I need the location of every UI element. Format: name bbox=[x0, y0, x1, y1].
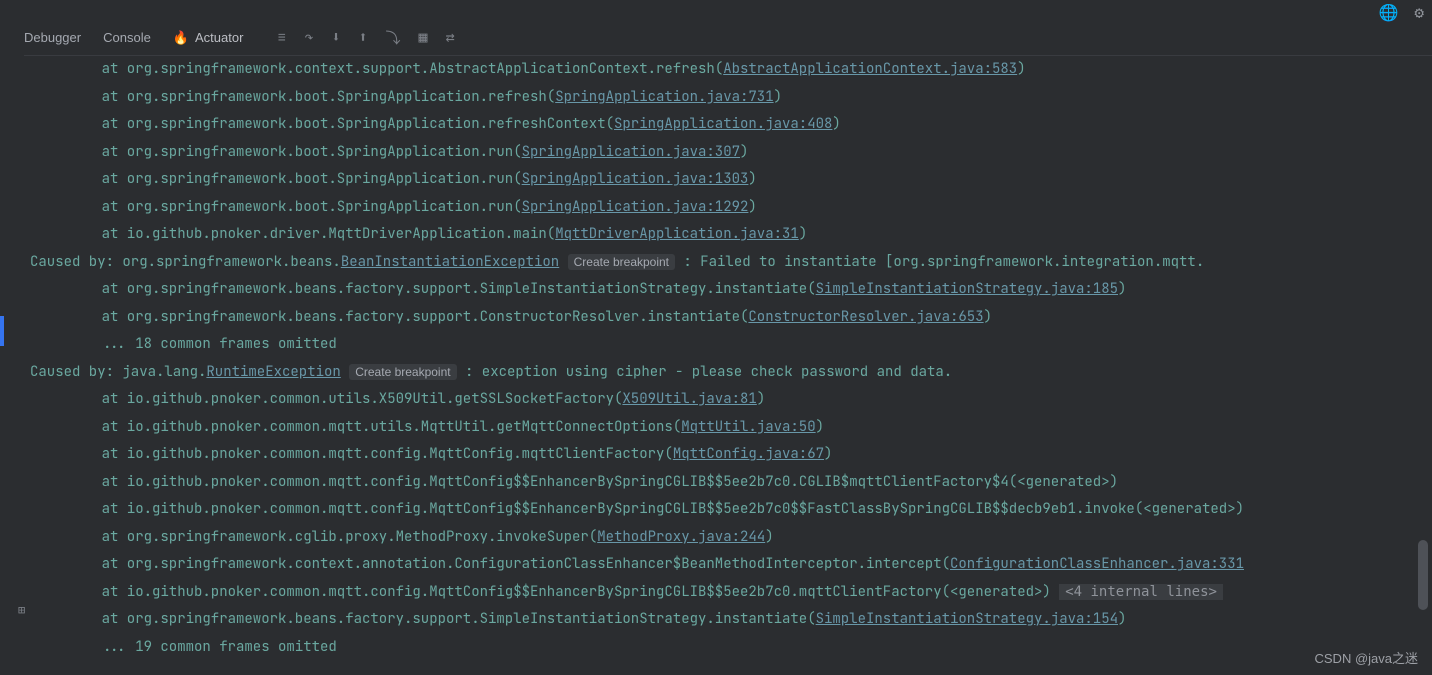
download-icon[interactable]: ⬇ bbox=[331, 27, 340, 48]
source-link[interactable]: SimpleInstantiationStrategy.java:185 bbox=[816, 280, 1118, 298]
stack-line: at org.springframework.boot.SpringApplic… bbox=[68, 166, 1418, 194]
step-icon[interactable]: ⤵ bbox=[386, 27, 401, 48]
stack-line: ... 19 common frames omitted bbox=[68, 634, 1418, 662]
stack-line: at io.github.pnoker.common.mqtt.config.M… bbox=[68, 469, 1418, 497]
stack-line: at org.springframework.context.support.A… bbox=[68, 56, 1418, 84]
stack-line: ... 18 common frames omitted bbox=[68, 331, 1418, 359]
source-link[interactable]: MqttDriverApplication.java:31 bbox=[555, 225, 799, 243]
debug-toolbar: Debugger Console 🔥 Actuator ≡ ↷ ⬇ ⬆ ⤵ ▦ … bbox=[24, 24, 1432, 56]
source-link[interactable]: AbstractApplicationContext.java:583 bbox=[723, 60, 1017, 78]
source-link[interactable]: X509Util.java:81 bbox=[622, 390, 756, 408]
tab-debugger[interactable]: Debugger bbox=[24, 30, 81, 45]
upload-icon[interactable]: ⬆ bbox=[359, 27, 368, 48]
stack-line: at org.springframework.boot.SpringApplic… bbox=[68, 84, 1418, 112]
create-breakpoint[interactable]: Create breakpoint bbox=[568, 254, 675, 270]
source-link[interactable]: MqttUtil.java:50 bbox=[681, 418, 815, 436]
source-link[interactable]: SpringApplication.java:307 bbox=[522, 143, 740, 161]
source-link[interactable]: ConstructorResolver.java:653 bbox=[748, 308, 983, 326]
stack-line: at org.springframework.context.annotatio… bbox=[68, 551, 1418, 579]
globe-icon[interactable]: 🌐 bbox=[1378, 2, 1398, 23]
source-link[interactable]: ConfigurationClassEnhancer.java:331 bbox=[950, 555, 1244, 573]
tab-actuator[interactable]: 🔥 Actuator bbox=[173, 30, 244, 46]
stack-line: at org.springframework.beans.factory.sup… bbox=[68, 304, 1418, 332]
source-link[interactable]: SimpleInstantiationStrategy.java:154 bbox=[816, 610, 1118, 628]
tool-icons: ≡ ↷ ⬇ ⬆ ⤵ ▦ ⇄ bbox=[277, 27, 454, 48]
watermark: CSDN @java之迷 bbox=[1315, 648, 1419, 667]
stack-line: at io.github.pnoker.common.mqtt.config.M… bbox=[68, 579, 1418, 607]
gutter-highlight bbox=[0, 316, 4, 346]
stack-line: at org.springframework.cglib.proxy.Metho… bbox=[68, 524, 1418, 552]
source-link[interactable]: MqttConfig.java:67 bbox=[673, 445, 824, 463]
scrollbar-thumb[interactable] bbox=[1418, 540, 1428, 610]
fold-hint[interactable]: <4 internal lines> bbox=[1059, 584, 1223, 600]
console-output[interactable]: at org.springframework.context.support.A… bbox=[16, 56, 1432, 675]
list-icon[interactable]: ≡ bbox=[277, 27, 286, 48]
stack-line: at io.github.pnoker.common.mqtt.config.M… bbox=[68, 441, 1418, 469]
stack-line: at org.springframework.boot.SpringApplic… bbox=[68, 194, 1418, 222]
exception-link[interactable]: BeanInstantiationException bbox=[341, 253, 559, 271]
stack-line: Caused by: org.springframework.beans.Bea… bbox=[30, 249, 1418, 277]
top-right-icons: 🌐 ⚙ bbox=[1378, 2, 1424, 23]
tab-console[interactable]: Console bbox=[103, 30, 151, 45]
grid-icon[interactable]: ▦ bbox=[419, 27, 428, 48]
source-link[interactable]: MethodProxy.java:244 bbox=[597, 528, 765, 546]
gear-icon[interactable]: ⚙ bbox=[1414, 2, 1424, 23]
source-link[interactable]: SpringApplication.java:1292 bbox=[522, 198, 749, 216]
tab-actuator-label: Actuator bbox=[195, 30, 243, 45]
stack-line: Caused by: java.lang.RuntimeException Cr… bbox=[30, 359, 1418, 387]
stack-line: at org.springframework.beans.factory.sup… bbox=[68, 606, 1418, 634]
exception-link[interactable]: RuntimeException bbox=[206, 363, 340, 381]
stack-line: at io.github.pnoker.common.utils.X509Uti… bbox=[68, 386, 1418, 414]
gutter: ⊞ bbox=[0, 56, 16, 675]
swap-icon[interactable]: ⇄ bbox=[446, 27, 455, 48]
stack-line: at org.springframework.beans.factory.sup… bbox=[68, 276, 1418, 304]
stack-line: at io.github.pnoker.common.mqtt.config.M… bbox=[68, 496, 1418, 524]
stack-line: at io.github.pnoker.common.mqtt.utils.Mq… bbox=[68, 414, 1418, 442]
redo-icon[interactable]: ↷ bbox=[304, 27, 313, 48]
stack-line: at io.github.pnoker.driver.MqttDriverApp… bbox=[68, 221, 1418, 249]
stack-line: at org.springframework.boot.SpringApplic… bbox=[68, 139, 1418, 167]
flame-icon: 🔥 bbox=[173, 30, 189, 46]
source-link[interactable]: SpringApplication.java:408 bbox=[614, 115, 832, 133]
create-breakpoint[interactable]: Create breakpoint bbox=[349, 364, 456, 380]
source-link[interactable]: SpringApplication.java:1303 bbox=[522, 170, 749, 188]
stack-line: at org.springframework.boot.SpringApplic… bbox=[68, 111, 1418, 139]
source-link[interactable]: SpringApplication.java:731 bbox=[555, 88, 773, 106]
